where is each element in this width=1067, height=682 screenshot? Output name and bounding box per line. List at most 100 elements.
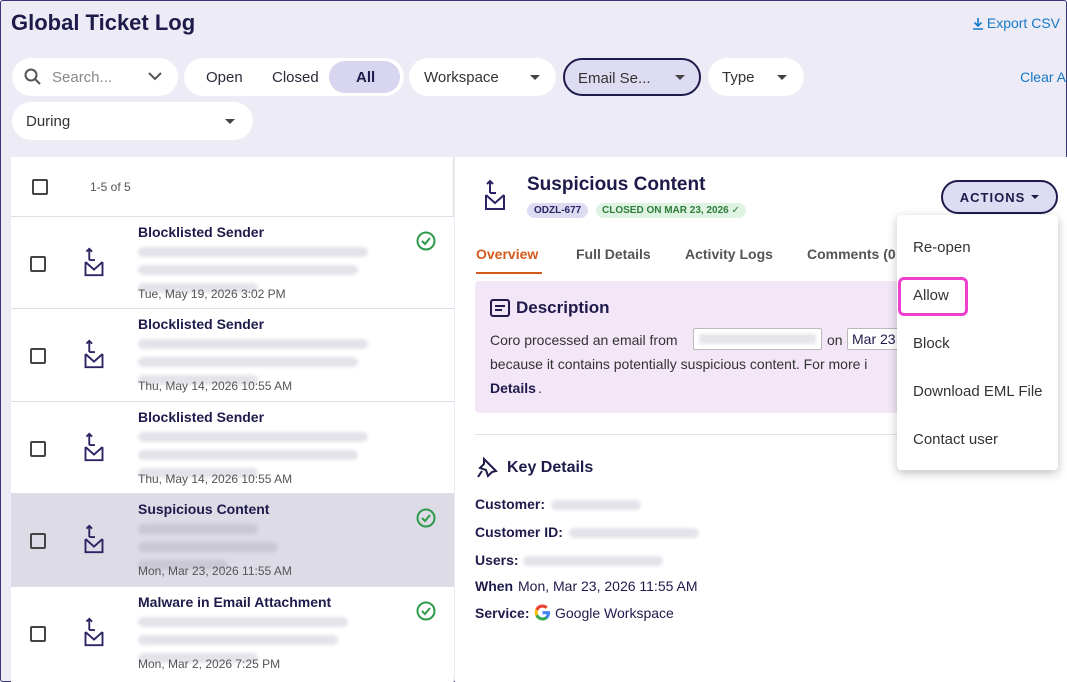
row-title: Blocklisted Sender [138, 224, 265, 240]
row-title: Blocklisted Sender [138, 409, 265, 425]
redacted-text [138, 265, 358, 275]
email-security-filter[interactable]: Email Se... [563, 58, 701, 96]
description-text-end: . [538, 380, 542, 396]
tab-active-underline [476, 272, 542, 274]
download-icon [972, 17, 983, 30]
during-filter-label: During [26, 113, 71, 130]
description-text-1: Coro processed an email from [490, 332, 678, 348]
workspace-filter-label: Workspace [424, 69, 499, 86]
row-date: Thu, May 14, 2026 10:55 AM [138, 379, 293, 393]
description-text-on: on [827, 332, 843, 348]
search-filter[interactable]: Search... [12, 58, 178, 96]
redacted-text [138, 357, 358, 367]
clear-all-link[interactable]: Clear A [1020, 69, 1066, 85]
service-value: Google Workspace [555, 605, 674, 621]
caret-down-icon [675, 75, 685, 80]
caret-down-icon [1031, 195, 1040, 199]
google-icon [534, 604, 551, 621]
menu-item-contact-user[interactable]: Contact user [913, 431, 998, 448]
row-checkbox[interactable] [30, 441, 46, 457]
redacted-text [138, 524, 258, 534]
email-ticket-icon [485, 179, 505, 210]
tab-comments[interactable]: Comments (0 [807, 246, 899, 262]
when-value: Mon, Mar 23, 2026 11:55 AM [518, 578, 698, 594]
row-date: Mon, Mar 2, 2026 7:25 PM [138, 657, 281, 671]
table-row[interactable]: Blocklisted Sender Thu, May 14, 2026 10:5… [11, 308, 454, 401]
page-title: Global Ticket Log [11, 10, 196, 35]
row-checkbox[interactable] [30, 348, 46, 364]
caret-down-icon [225, 119, 235, 124]
resolved-check-icon [416, 601, 436, 621]
list-count: 1-5 of 5 [90, 180, 131, 194]
search-input[interactable]: Search... [52, 69, 112, 86]
row-title: Malware in Email Attachment [138, 594, 332, 610]
redacted-text [138, 432, 368, 442]
detail-title: Suspicious Content [527, 174, 706, 195]
redacted-text [138, 617, 348, 627]
email-ticket-icon [84, 247, 104, 277]
segment-open[interactable]: Open [206, 69, 243, 86]
description-icon [490, 299, 510, 317]
table-row[interactable]: Suspicious Content Mon, Mar 23, 2026 11:5… [11, 493, 454, 586]
actions-button[interactable]: ACTIONS [941, 180, 1058, 214]
row-date: Mon, Mar 23, 2026 11:55 AM [138, 564, 292, 578]
caret-down-icon [530, 75, 540, 80]
key-details-heading: Key Details [507, 459, 594, 476]
users-label: Users: [475, 552, 519, 568]
email-ticket-icon [84, 432, 104, 462]
menu-item-download-eml[interactable]: Download EML File [913, 383, 1043, 400]
type-filter[interactable]: Type [708, 58, 804, 96]
menu-item-reopen[interactable]: Re-open [913, 239, 971, 256]
row-title: Suspicious Content [138, 501, 270, 517]
row-title: Blocklisted Sender [138, 316, 265, 332]
divider [475, 434, 915, 435]
tab-overview[interactable]: Overview [476, 246, 538, 262]
redacted-customer-id [569, 528, 699, 538]
row-checkbox[interactable] [30, 626, 46, 642]
segment-closed[interactable]: Closed [272, 69, 319, 86]
resolved-check-icon [416, 508, 436, 528]
table-row[interactable]: Malware in Email Attachment Mon, Mar 2, 2… [11, 586, 454, 679]
details-link[interactable]: Details [490, 380, 536, 396]
resolved-check-icon [416, 231, 436, 251]
tab-activity-logs[interactable]: Activity Logs [685, 246, 773, 262]
redacted-text [138, 339, 368, 349]
caret-down-icon [777, 75, 787, 80]
redacted-text [138, 542, 278, 552]
table-row[interactable]: Blocklisted Sender Thu, May 14, 2026 10:5… [11, 401, 454, 493]
chevron-down-icon [148, 72, 162, 81]
during-filter[interactable]: During [12, 102, 253, 140]
segment-all[interactable]: All [356, 69, 375, 86]
email-ticket-icon [84, 524, 104, 554]
export-csv-link[interactable]: Export CSV [972, 15, 1060, 31]
actions-button-label: ACTIONS [959, 189, 1026, 205]
redacted-users [523, 556, 663, 566]
description-heading: Description [516, 298, 610, 317]
table-row[interactable]: Blocklisted Sender Tue, May 19, 2026 3:02… [11, 216, 454, 308]
tab-full-details[interactable]: Full Details [576, 246, 651, 262]
type-filter-label: Type [722, 69, 755, 86]
row-date: Tue, May 19, 2026 3:02 PM [138, 287, 286, 301]
email-security-filter-label: Email Se... [578, 70, 651, 87]
pin-icon [477, 457, 498, 478]
redacted-text [138, 635, 338, 645]
menu-item-block[interactable]: Block [913, 335, 950, 352]
redacted-text [138, 450, 358, 460]
email-ticket-icon [84, 617, 104, 647]
row-date: Thu, May 14, 2026 10:55 AM [138, 472, 293, 486]
search-icon [24, 68, 41, 85]
allow-highlight-box [898, 277, 968, 316]
redacted-text [138, 247, 368, 257]
row-checkbox[interactable] [30, 533, 46, 549]
workspace-filter[interactable]: Workspace [409, 58, 556, 96]
redacted-sender [693, 328, 822, 350]
row-checkbox[interactable] [30, 256, 46, 272]
select-all-checkbox[interactable] [32, 179, 48, 195]
customer-label: Customer: [475, 496, 546, 512]
email-ticket-icon [84, 339, 104, 369]
customer-id-label: Customer ID: [475, 524, 563, 540]
service-label: Service: [475, 605, 530, 621]
redacted-customer [551, 500, 641, 510]
ticket-id-badge: ODZL-677 [527, 203, 589, 218]
export-csv-label: Export CSV [986, 15, 1060, 31]
